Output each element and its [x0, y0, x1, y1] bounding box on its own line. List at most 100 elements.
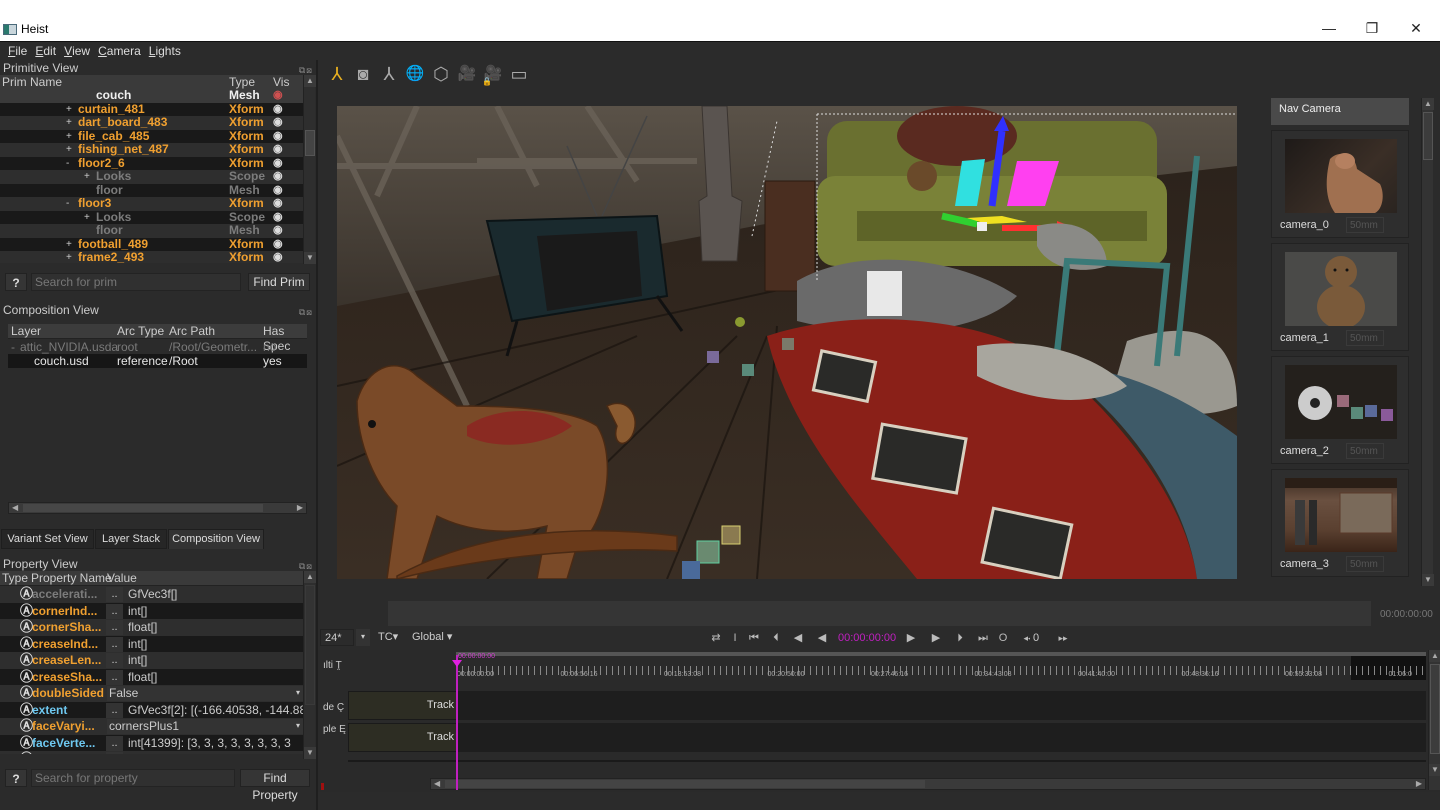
go-start-icon[interactable]: ⏮	[746, 628, 762, 648]
scroll-up-icon[interactable]: ▲	[1429, 650, 1440, 662]
expand-toggle-icon[interactable]: +	[84, 170, 90, 184]
edit-value-button[interactable]: ..	[106, 603, 123, 619]
prim-row[interactable]: + file_cab_485 Xform ◉	[0, 129, 303, 144]
col-value[interactable]: Value	[107, 571, 137, 586]
prev-key-icon[interactable]: ⏴	[768, 628, 784, 648]
col-vis[interactable]: Vis	[273, 75, 289, 90]
prim-row[interactable]: + Looks Scope ◉	[0, 169, 303, 184]
scroll-thumb[interactable]	[1423, 112, 1433, 160]
expand-toggle-icon[interactable]: +	[66, 116, 72, 130]
out-point-icon[interactable]: O	[995, 628, 1011, 648]
property-row[interactable]: Ⓐextent.. GfVec3f[2]: [(-166.40538, -144.…	[0, 701, 303, 718]
timeline-track[interactable]: Track	[348, 723, 1426, 752]
go-end-icon[interactable]: ⏭	[975, 628, 991, 648]
prim-tree-scrollbar[interactable]: ▲ ▼	[303, 75, 316, 264]
scroll-left-icon[interactable]: ◀	[12, 503, 18, 512]
time-range-bar[interactable]	[388, 601, 1371, 626]
edit-value-button[interactable]: ..	[106, 702, 123, 718]
scroll-thumb[interactable]	[445, 780, 925, 788]
property-row[interactable]: ⒶcreaseInd..... int[]	[0, 635, 303, 652]
cube-icon[interactable]: ⬡	[430, 62, 452, 86]
track-clip[interactable]: Track	[348, 691, 458, 720]
prim-row[interactable]: + Looks Scope ◉	[0, 210, 303, 225]
camera-card-1[interactable]: camera_1 50mm	[1271, 243, 1409, 351]
property-row[interactable]: ⒶfaceVerte..... int[41399]: [3, 3, 3, 3, …	[0, 734, 303, 751]
prim-row[interactable]: + fishing_net_487 Xform ◉	[0, 142, 303, 157]
globe-icon[interactable]: 🌐	[404, 62, 426, 86]
expand-toggle-icon[interactable]: +	[84, 211, 90, 225]
property-row[interactable]: ⒶcreaseLen..... int[]	[0, 652, 303, 669]
edit-value-button[interactable]: ..	[106, 653, 123, 668]
visibility-eye-icon[interactable]: ◉	[273, 89, 283, 103]
step-forward-icon[interactable]: ▶	[928, 628, 944, 648]
composition-hscrollbar[interactable]: ◀ ▶	[8, 502, 307, 514]
expand-toggle-icon[interactable]: -	[66, 157, 69, 171]
scroll-down-icon[interactable]: ▼	[1429, 764, 1440, 776]
transform-gizmo-icon[interactable]: ⅄	[326, 62, 348, 86]
property-row[interactable]: ⒶfaceVaryi... cornersPlus1 ▾	[0, 718, 303, 735]
tab-layer-stack[interactable]: Layer Stack	[95, 529, 167, 549]
scroll-thumb[interactable]	[23, 504, 263, 512]
prim-row[interactable]: couch Mesh ◉	[0, 89, 303, 103]
scroll-down-icon[interactable]: ▼	[304, 747, 316, 759]
edit-value-button[interactable]: ..	[106, 636, 123, 652]
visibility-eye-icon[interactable]: ◉	[273, 130, 283, 144]
prim-row[interactable]: + frame2_493 Xform ◉	[0, 250, 303, 263]
expand-toggle-icon[interactable]: +	[66, 103, 72, 117]
timeline-hscrollbar[interactable]: ◀ ▶	[430, 778, 1426, 790]
property-value-dropdown[interactable]: cornersPlus1 ▾	[107, 719, 303, 734]
property-scrollbar[interactable]: ▲ ▼	[303, 571, 316, 759]
visibility-eye-icon[interactable]: ◉	[273, 157, 283, 171]
scroll-up-icon[interactable]: ▲	[304, 75, 316, 87]
prim-row[interactable]: floor Mesh ◉	[0, 183, 303, 198]
scroll-up-icon[interactable]: ▲	[1422, 98, 1434, 110]
play-icon[interactable]: ▶	[903, 628, 919, 648]
col-arc-type[interactable]: Arc Type	[117, 324, 164, 339]
timeline-ruler-bar[interactable]	[456, 652, 1426, 656]
edit-value-button[interactable]: ..	[106, 587, 123, 602]
visibility-eye-icon[interactable]: ◉	[273, 211, 283, 225]
scroll-thumb[interactable]	[1430, 664, 1440, 754]
step-back-icon[interactable]: ◀	[790, 628, 806, 648]
camera-card-3[interactable]: camera_3 50mm	[1271, 469, 1409, 577]
menu-edit[interactable]: Edit	[35, 44, 56, 58]
play-reverse-icon[interactable]: ◀	[814, 628, 830, 648]
visibility-eye-icon[interactable]: ◉	[273, 103, 283, 117]
scroll-down-icon[interactable]: ▼	[1422, 574, 1434, 586]
camera-locked-icon[interactable]: 🎥 🔒	[482, 62, 504, 86]
col-layer[interactable]: Layer	[11, 324, 41, 339]
visibility-eye-icon[interactable]: ◉	[273, 184, 283, 198]
prim-help-button[interactable]: ?	[5, 273, 27, 291]
composition-row[interactable]: couch.usd reference/Root yes	[8, 354, 307, 368]
camera-focal-input[interactable]: 50mm	[1346, 443, 1384, 459]
visibility-eye-icon[interactable]: ◉	[273, 224, 283, 238]
prim-tree[interactable]: couch Mesh ◉ + curtain_481 Xform ◉ + dart_board_…	[0, 89, 303, 263]
scroll-down-icon[interactable]: ▼	[304, 252, 316, 264]
fast-forward-icon[interactable]: ▸▸	[1053, 628, 1073, 648]
edit-value-button[interactable]: ..	[106, 752, 123, 754]
rotate-icon[interactable]: ◙	[352, 62, 374, 86]
camera-strip-scrollbar[interactable]: ▲ ▼	[1421, 98, 1434, 586]
expand-toggle-icon[interactable]: +	[66, 251, 72, 263]
scroll-right-icon[interactable]: ▶	[297, 503, 303, 512]
property-row[interactable]: ⒶcreaseSha..... float[]	[0, 668, 303, 685]
close-button[interactable]: ✕	[1401, 18, 1431, 38]
property-help-button[interactable]: ?	[5, 769, 27, 787]
composition-row[interactable]: - attic_NVIDIA.usda root/Root/Geometr... no	[8, 340, 307, 354]
scroll-left-icon[interactable]: ◀	[434, 779, 440, 788]
edit-value-button[interactable]: ..	[106, 620, 123, 635]
col-type[interactable]: Type	[229, 75, 255, 90]
expand-toggle-icon[interactable]: -	[66, 197, 69, 211]
camera-icon[interactable]: 🎥	[456, 62, 478, 86]
visibility-eye-icon[interactable]: ◉	[273, 197, 283, 211]
prim-row[interactable]: + curtain_481 Xform ◉	[0, 102, 303, 117]
timeline-vscrollbar[interactable]: ▲ ▼	[1428, 650, 1440, 790]
menu-view[interactable]: View	[64, 44, 90, 58]
scroll-thumb[interactable]	[305, 130, 315, 156]
col-prim-name[interactable]: Prim Name	[2, 75, 62, 90]
visibility-eye-icon[interactable]: ◉	[273, 116, 283, 130]
find-prim-button[interactable]: Find Prim	[248, 273, 310, 291]
frame-step-input[interactable]: 0	[1030, 630, 1050, 647]
prim-row[interactable]: - floor3 Xform ◉	[0, 196, 303, 211]
camera-focal-input[interactable]: 50mm	[1346, 330, 1384, 346]
